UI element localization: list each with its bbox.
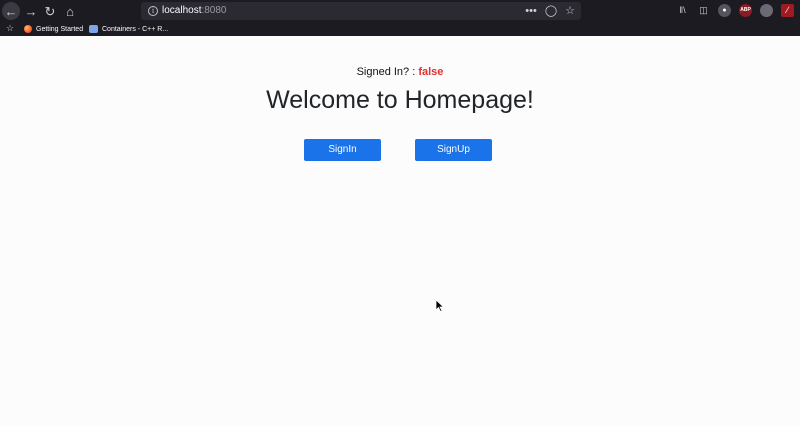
library-icon[interactable]: ‖\ — [676, 4, 689, 17]
bookmarks-bar: ☆ Getting Started Containers - C++ R... — [0, 21, 800, 36]
signup-button[interactable]: SignUp — [415, 139, 492, 161]
bookmark-label: Containers - C++ R... — [102, 25, 169, 33]
firefox-icon — [24, 25, 32, 33]
bookmark-star-icon[interactable]: ☆ — [565, 4, 575, 18]
back-arrow-icon[interactable]: ← — [2, 2, 20, 20]
browser-chrome: ← → ↻ ⌂ i localhost:8080 ••• ◯ ☆ ‖\ ◫ ● … — [0, 0, 800, 36]
info-icon[interactable]: i — [148, 6, 158, 16]
browser-toolbar: ← → ↻ ⌂ i localhost:8080 ••• ◯ ☆ ‖\ ◫ ● … — [0, 0, 800, 21]
sidebar-icon[interactable]: ◫ — [697, 4, 710, 17]
url-actions: ••• ◯ ☆ — [525, 4, 575, 18]
url-port: :8080 — [201, 5, 227, 16]
abp-extension-icon[interactable]: ABP — [739, 4, 752, 17]
more-actions-icon[interactable]: ••• — [525, 4, 537, 18]
bookmark-getting-started[interactable]: Getting Started — [24, 23, 83, 35]
signed-in-value: false — [418, 66, 444, 78]
page-content: Signed In? : false Welcome to Homepage! … — [0, 36, 800, 426]
extension-slash-icon[interactable]: ∕ — [781, 4, 794, 17]
containers-icon — [89, 25, 98, 33]
extension-shield-icon[interactable] — [760, 4, 773, 17]
account-icon[interactable]: ● — [718, 4, 731, 17]
forward-arrow-icon[interactable]: → — [22, 2, 40, 20]
mouse-cursor-icon — [436, 300, 444, 312]
signed-in-status: Signed In? : false — [0, 66, 800, 78]
bookmark-label: Getting Started — [36, 25, 84, 33]
pocket-icon[interactable]: ◯ — [545, 4, 557, 18]
bookmarks-star-icon[interactable]: ☆ — [6, 22, 14, 34]
page-title: Welcome to Homepage! — [266, 86, 534, 114]
bookmark-containers[interactable]: Containers - C++ R... — [89, 23, 168, 35]
reload-icon[interactable]: ↻ — [41, 2, 59, 20]
url-host: localhost — [162, 5, 202, 16]
signin-button[interactable]: SignIn — [304, 139, 381, 161]
url-bar[interactable]: i localhost:8080 ••• ◯ ☆ — [141, 2, 581, 20]
toolbar-extensions: ‖\ ◫ ● ABP ∕ V ≡ — [676, 4, 800, 17]
url-text[interactable]: localhost:8080 — [162, 5, 227, 16]
signed-in-label: Signed In? : — [356, 66, 416, 78]
home-icon[interactable]: ⌂ — [61, 2, 79, 20]
